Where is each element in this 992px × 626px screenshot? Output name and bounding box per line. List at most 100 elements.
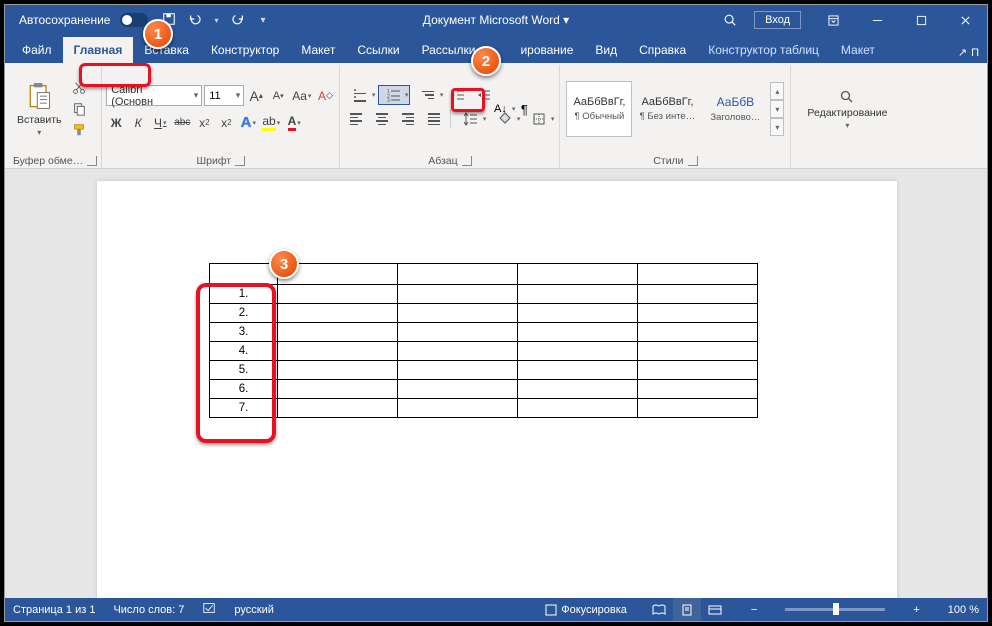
paste-button[interactable]: Вставить ▾ [13, 82, 66, 137]
tab-layout[interactable]: Макет [290, 37, 346, 63]
font-name-select[interactable]: Calibri (Основн [106, 85, 202, 106]
web-layout-icon[interactable] [701, 598, 729, 621]
table-row: 4. [210, 342, 758, 361]
share-label: П [971, 47, 979, 59]
search-icon[interactable] [716, 5, 744, 35]
editing-button[interactable]: Редактирование ▾ [795, 85, 899, 134]
redo-icon[interactable] [231, 12, 245, 29]
undo-icon[interactable] [188, 12, 202, 29]
italic-button[interactable]: К [128, 112, 148, 133]
print-layout-icon[interactable] [673, 598, 701, 621]
ribbon-options-icon[interactable] [811, 5, 855, 35]
focus-mode[interactable]: Фокусировка [545, 604, 627, 616]
chevron-down-icon: ▾ [37, 128, 41, 137]
show-marks-button[interactable]: ¶ [512, 99, 536, 119]
format-painter-button[interactable] [70, 121, 88, 139]
shrink-font-button[interactable]: A▾ [268, 85, 288, 106]
close-icon[interactable] [943, 5, 987, 35]
qat-customize-icon[interactable]: ▾ [261, 15, 266, 26]
group-editing: Редактирование ▾ [791, 65, 903, 168]
tab-help[interactable]: Справка [628, 37, 697, 63]
undo-dropdown-icon[interactable]: ▾ [214, 16, 218, 25]
page-indicator[interactable]: Страница 1 из 1 [13, 604, 95, 616]
align-right-button[interactable] [396, 109, 420, 129]
chevron-down-icon[interactable]: ▾ [770, 100, 784, 118]
highlight-box-3 [196, 283, 276, 443]
table-row: 3. [210, 323, 758, 342]
table-row: 7. [210, 399, 758, 418]
spellcheck-icon[interactable] [202, 601, 216, 618]
line-spacing-button[interactable] [455, 109, 487, 129]
autosave-toggle[interactable] [120, 13, 148, 27]
tab-review-partial[interactable]: ирование [486, 37, 584, 63]
language-indicator[interactable]: русский [234, 604, 273, 616]
minimize-icon[interactable] [855, 5, 899, 35]
tab-table-design[interactable]: Конструктор таблиц [697, 37, 830, 63]
launcher-icon[interactable] [688, 156, 698, 166]
styles-group-label: Стили [653, 155, 683, 167]
tab-table-layout[interactable]: Макет [830, 37, 886, 63]
subscript-button[interactable]: x2 [194, 112, 214, 133]
tab-design[interactable]: Конструктор [200, 37, 290, 63]
table-row: 6. [210, 380, 758, 399]
table-cell [210, 264, 278, 285]
style-normal[interactable]: АаБбВвГг,¶ Обычный [566, 81, 632, 137]
bullets-button[interactable] [344, 85, 376, 105]
chevron-down-icon: ▾ [845, 121, 849, 130]
callout-3: 3 [269, 249, 299, 279]
document-title[interactable]: Документ Microsoft Word ▾ [423, 13, 569, 27]
numbering-button[interactable]: 123 [378, 85, 410, 105]
highlight-box-1 [79, 63, 151, 87]
clear-format-button[interactable]: A◇ [315, 85, 335, 106]
callout-2: 2 [471, 46, 501, 76]
clipboard-group-label: Буфер обме… [13, 155, 83, 167]
align-left-button[interactable] [344, 109, 368, 129]
justify-button[interactable] [422, 109, 446, 129]
zoom-out-button[interactable]: − [751, 604, 757, 616]
font-group-label: Шрифт [197, 155, 232, 167]
svg-text:3: 3 [387, 98, 390, 102]
multilevel-button[interactable] [412, 85, 444, 105]
font-size-select[interactable]: 11 [204, 85, 244, 106]
table[interactable]: 1. 2. 3. 4. 5. 6. 7. [209, 263, 758, 418]
chevron-up-icon[interactable]: ▴ [770, 82, 784, 100]
document-area[interactable]: 1. 2. 3. 4. 5. 6. 7. [5, 169, 987, 598]
grow-font-button[interactable]: A▴ [246, 85, 266, 106]
maximize-icon[interactable] [899, 5, 943, 35]
zoom-level[interactable]: 100 % [948, 604, 979, 616]
zoom-in-button[interactable]: + [913, 604, 919, 616]
style-nospacing[interactable]: АаБбВвГг,¶ Без инте… [634, 81, 700, 137]
tab-references[interactable]: Ссылки [346, 37, 410, 63]
text-effects-button[interactable]: A [238, 112, 258, 133]
strike-button[interactable]: abc [172, 112, 192, 133]
launcher-icon[interactable] [462, 156, 472, 166]
tab-file[interactable]: Файл [11, 37, 63, 63]
highlight-button[interactable]: ab [260, 112, 282, 133]
statusbar: Страница 1 из 1 Число слов: 7 русский Фо… [5, 598, 987, 621]
align-center-button[interactable] [370, 109, 394, 129]
tab-view[interactable]: Вид [584, 37, 628, 63]
word-count[interactable]: Число слов: 7 [113, 604, 184, 616]
font-color-button[interactable]: A [284, 112, 304, 133]
group-styles: АаБбВвГг,¶ Обычный АаБбВвГг,¶ Без инте… … [560, 65, 791, 168]
style-heading1[interactable]: АаБбВЗаголово… [702, 81, 768, 137]
styles-more-icon[interactable]: ▾ [770, 118, 784, 136]
change-case-button[interactable]: Aa [290, 85, 313, 106]
launcher-icon[interactable] [235, 156, 245, 166]
tab-home[interactable]: Главная [63, 37, 134, 63]
paste-label: Вставить [17, 114, 62, 126]
styles-scroll[interactable]: ▴▾▾ [770, 82, 784, 136]
launcher-icon[interactable] [87, 156, 97, 166]
copy-button[interactable] [70, 100, 88, 118]
word-window: Автосохранение ▾ ▾ Документ Microsoft Wo… [4, 4, 988, 622]
bold-button[interactable]: Ж [106, 112, 126, 133]
read-mode-icon[interactable] [645, 598, 673, 621]
paste-icon [25, 82, 53, 112]
share-icon: ↗ [958, 46, 967, 59]
underline-button[interactable]: Ч [150, 112, 170, 133]
login-button[interactable]: Вход [754, 11, 801, 29]
ribbon: Вставить ▾ Буфер обме… Calibri (Основн 1… [5, 63, 987, 169]
superscript-button[interactable]: x2 [216, 112, 236, 133]
share-button[interactable]: ↗П [950, 42, 987, 63]
zoom-slider[interactable] [785, 608, 885, 611]
